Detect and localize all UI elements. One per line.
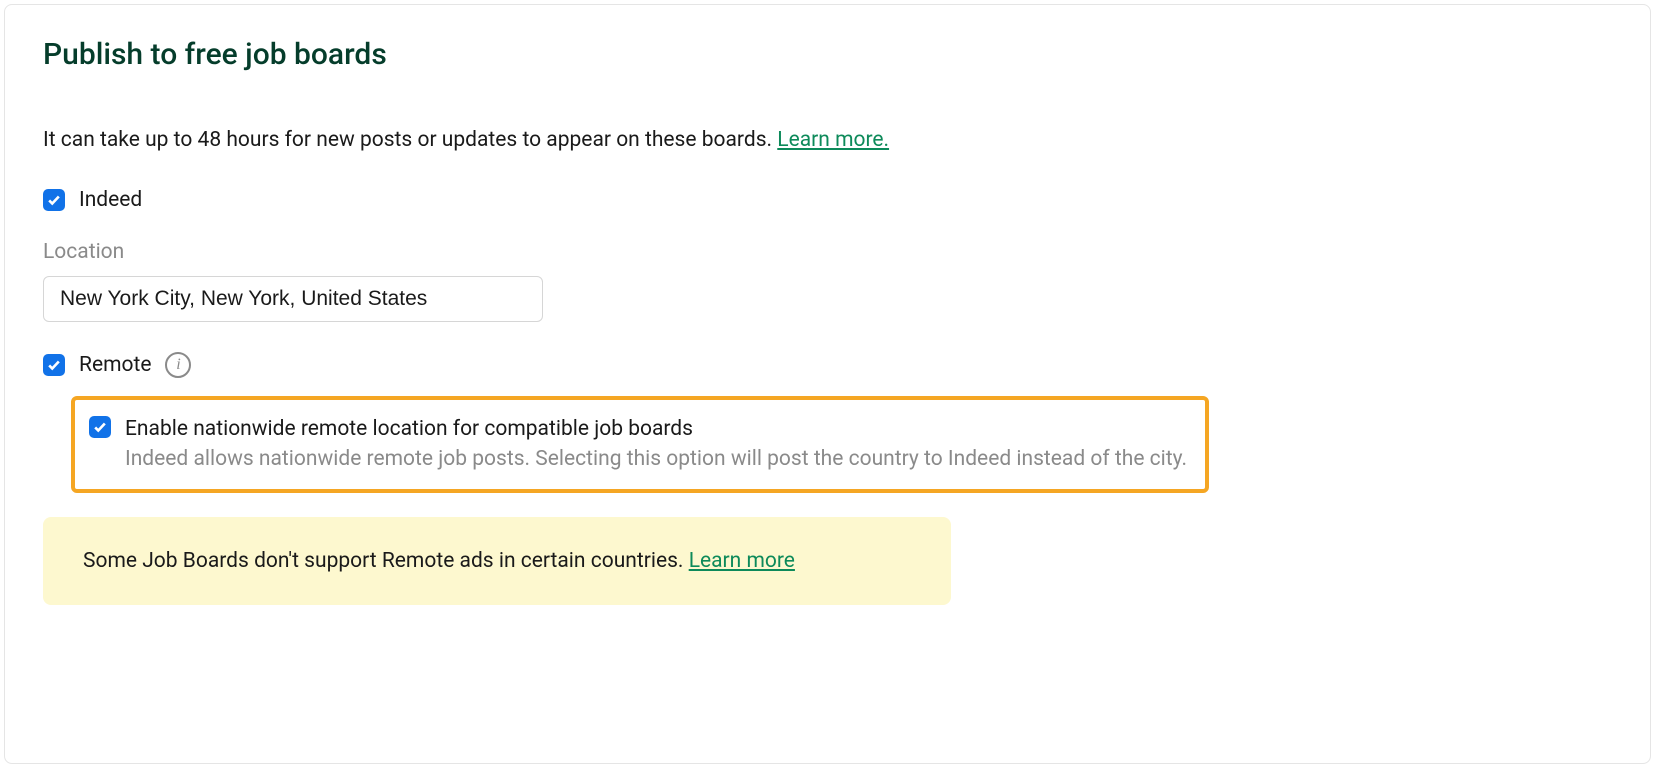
location-label: Location	[43, 240, 1612, 264]
nationwide-checkbox[interactable]	[89, 416, 111, 438]
note-learn-more-link[interactable]: Learn more	[689, 549, 795, 573]
intro-text-row: It can take up to 48 hours for new posts…	[43, 128, 1612, 152]
intro-text: It can take up to 48 hours for new posts…	[43, 128, 777, 152]
remote-row: Remote i	[43, 352, 1612, 378]
location-input[interactable]	[43, 276, 543, 322]
remote-support-note: Some Job Boards don't support Remote ads…	[43, 517, 951, 606]
nationwide-description: Indeed allows nationwide remote job post…	[125, 444, 1187, 474]
panel-title: Publish to free job boards	[43, 37, 1612, 72]
intro-learn-more-link[interactable]: Learn more.	[777, 128, 889, 152]
check-icon	[47, 358, 61, 372]
indeed-checkbox[interactable]	[43, 189, 65, 211]
indeed-label: Indeed	[79, 188, 142, 212]
nationwide-highlight-box: Enable nationwide remote location for co…	[71, 396, 1209, 493]
publish-panel: Publish to free job boards It can take u…	[4, 4, 1651, 764]
indeed-row: Indeed	[43, 188, 1612, 212]
remote-checkbox[interactable]	[43, 354, 65, 376]
nationwide-label: Enable nationwide remote location for co…	[125, 414, 1187, 444]
check-icon	[93, 420, 107, 434]
note-text: Some Job Boards don't support Remote ads…	[83, 549, 689, 573]
info-icon[interactable]: i	[165, 352, 191, 378]
remote-label: Remote	[79, 353, 151, 377]
check-icon	[47, 193, 61, 207]
